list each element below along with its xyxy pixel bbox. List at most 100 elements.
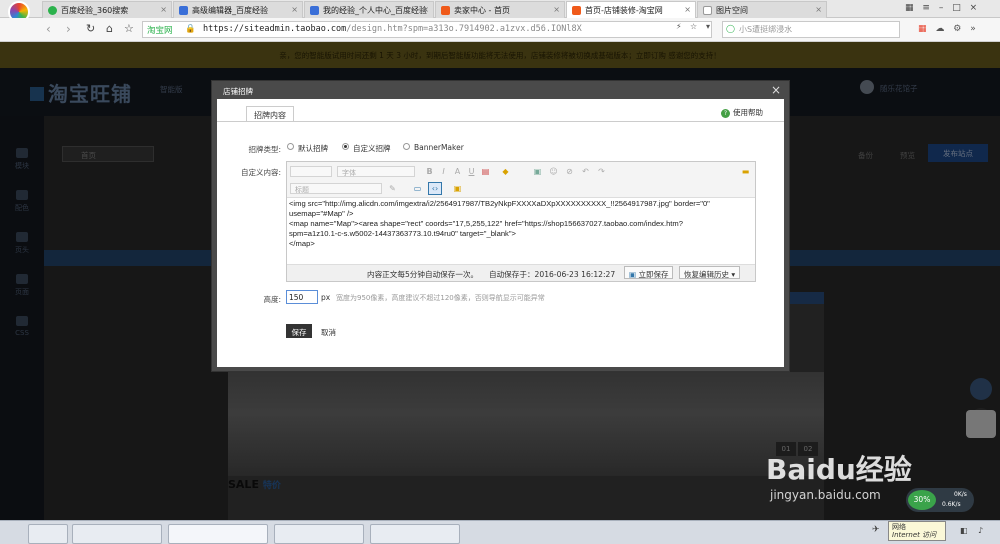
url-path: /design.htm?spm=a313o.7914902.a1zvx.d56.… <box>346 24 582 34</box>
favorite-star-icon[interactable]: ☆ <box>124 22 134 35</box>
help-link[interactable]: ? 使用帮助 <box>721 107 763 118</box>
code-line-5: </map> <box>289 239 315 248</box>
reload-icon[interactable]: ↻ <box>86 22 95 35</box>
tray-volume-icon[interactable]: ♪ <box>978 526 983 535</box>
fill-color-icon[interactable]: ◆ <box>501 167 510 176</box>
apps-icon[interactable]: ▦ <box>918 24 927 34</box>
cpu-percent: 30% <box>908 490 936 510</box>
height-label: 高度: <box>263 295 281 304</box>
image-icon[interactable]: ▣ <box>533 167 542 176</box>
undo-icon[interactable]: ↶ <box>581 167 590 176</box>
cancel-button[interactable]: 取消 <box>321 327 336 338</box>
menu-icon[interactable]: ≡ <box>922 3 930 13</box>
close-tab-icon[interactable]: × <box>815 5 822 14</box>
font-color-icon[interactable]: ▤ <box>481 167 490 176</box>
tray-speaker-icon[interactable]: ◧ <box>960 526 968 535</box>
close-tab-icon[interactable]: × <box>422 5 429 14</box>
network-speed-widget[interactable]: 30% 0K/s 0.6K/s <box>906 488 974 512</box>
fullscreen-icon[interactable]: ▭ <box>413 184 422 193</box>
source-code-icon[interactable]: ‹› <box>428 182 442 195</box>
close-tab-icon[interactable]: × <box>160 5 167 14</box>
address-bar[interactable]: 淘宝网 🔒 https://siteadmin.taobao.com/desig… <box>142 21 712 38</box>
editor-toolbar: 字体 B I A U ▤ ◆ ▣ ☺ ⊘ ↶ ↷ ▬ 标题 ✎ ▭ ‹› ▣ <box>287 162 755 198</box>
maximize-icon[interactable]: □ <box>952 3 961 13</box>
download-speed: 0.6K/s <box>942 501 961 508</box>
close-tab-icon[interactable]: × <box>291 5 298 14</box>
tab-favicon-icon <box>441 6 450 15</box>
extensions-icon[interactable]: ⚙ <box>953 24 961 34</box>
skin-icon[interactable]: ▦ <box>905 3 914 13</box>
close-window-icon[interactable]: × <box>970 3 978 13</box>
secure-lock-icon: 🔒 <box>185 24 196 34</box>
close-tab-icon[interactable]: × <box>684 5 691 14</box>
heading-select[interactable]: 标题 <box>290 183 382 194</box>
window-controls: ▦ ≡ – □ × <box>905 3 997 15</box>
tray-pin-icon[interactable]: ✈ <box>872 525 880 535</box>
bookmark-star-icon[interactable]: ☆ <box>690 22 697 31</box>
toolbar-icons: ▦ ☁ ⚙ » <box>918 24 998 36</box>
radio-custom-label: 自定义招牌 <box>353 144 391 153</box>
taskbar-item-3[interactable] <box>168 524 268 544</box>
browser-tab-2[interactable]: 高级编辑器_百度经验 × <box>173 1 303 18</box>
search-icon: ◯ <box>726 24 735 33</box>
taskbar-item-2[interactable] <box>72 524 162 544</box>
format-painter-icon[interactable]: ✎ <box>388 184 397 193</box>
custom-content-label: 自定义内容: <box>240 168 281 177</box>
search-input[interactable]: ◯ 小S遭挺绑浸水 <box>722 21 900 38</box>
radio-default-label: 默认招牌 <box>298 144 328 153</box>
speed-mode-icon[interactable]: ⚡ <box>676 22 682 31</box>
url-host: https://siteadmin.taobao.com <box>203 24 347 34</box>
taskbar-item-5[interactable] <box>370 524 460 544</box>
browser-tab-4[interactable]: 卖家中心 - 首页 × <box>435 1 565 18</box>
style-select[interactable] <box>290 166 332 177</box>
save-button[interactable]: 保存 <box>286 324 312 338</box>
browser-tab-6[interactable]: 图片空间 × <box>697 1 827 18</box>
bold-icon[interactable]: B <box>425 167 434 176</box>
editor-status-bar: 内容正文每5分钟自动保存一次。 自动保存于：2016-06-23 16:12:2… <box>287 264 755 281</box>
radio-custom-sign[interactable] <box>342 143 349 150</box>
more-icon[interactable]: » <box>970 24 976 34</box>
cloud-icon[interactable]: ☁ <box>935 24 944 34</box>
minimize-icon[interactable]: – <box>939 3 944 13</box>
baidu-brand: Baidu经验 <box>766 453 912 486</box>
tab-favicon-icon <box>572 6 581 15</box>
dropdown-chevron-icon[interactable]: ▾ <box>706 22 710 31</box>
radio-bannermaker[interactable] <box>403 143 410 150</box>
windows-taskbar: ✈ 网络 Internet 访问 ◧ ♪ <box>0 520 1000 544</box>
italic-icon[interactable]: I <box>439 167 448 176</box>
browser-tab-bar: 百度经验_360搜索 × 高级编辑器_百度经验 × 我的经验_个人中心_百度经验 × … <box>0 0 1000 23</box>
redo-icon[interactable]: ↷ <box>597 167 606 176</box>
help-icon: ? <box>721 109 730 118</box>
restore-history-button[interactable]: 恢复编辑历史 ▾ <box>679 266 741 279</box>
strikethrough-icon[interactable]: A <box>453 167 462 176</box>
font-select[interactable]: 字体 <box>337 166 415 177</box>
save-now-button[interactable]: ▣ 立即保存 <box>624 266 674 279</box>
tab-favicon-icon <box>48 6 57 15</box>
taskbar-item-4[interactable] <box>274 524 364 544</box>
tab-sign-content[interactable]: 招牌内容 <box>246 106 294 122</box>
browser-tab-3[interactable]: 我的经验_个人中心_百度经验 × <box>304 1 434 18</box>
height-unit: px <box>321 293 331 302</box>
underline-icon[interactable]: U <box>467 167 476 176</box>
insert-media-icon[interactable]: ▣ <box>453 184 462 193</box>
browser-tab-1[interactable]: 百度经验_360搜索 × <box>42 1 172 18</box>
feedback-side-button[interactable] <box>966 410 996 438</box>
link-icon[interactable]: ⊘ <box>565 167 574 176</box>
tab-favicon-icon <box>179 6 188 15</box>
forward-icon[interactable]: › <box>66 22 71 36</box>
close-tab-icon[interactable]: × <box>553 5 560 14</box>
autosave-note: 内容正文每5分钟自动保存一次。 <box>367 270 479 279</box>
emoticon-icon[interactable]: ☺ <box>549 167 558 176</box>
network-tooltip: 网络 Internet 访问 <box>888 521 946 541</box>
taskbar-item-1[interactable] <box>28 524 68 544</box>
height-input[interactable]: 150 <box>286 290 318 304</box>
home-icon[interactable]: ⌂ <box>106 22 113 35</box>
dialog-title: 店铺招牌 <box>223 87 253 96</box>
height-hint: 宽度为950像素，高度建议不超过120像素，否则导航显示可能异常 <box>336 294 545 302</box>
radio-default-sign[interactable] <box>287 143 294 150</box>
close-dialog-icon[interactable]: × <box>771 83 781 97</box>
table-icon[interactable]: ▬ <box>741 167 750 176</box>
back-icon[interactable]: ‹ <box>46 22 51 36</box>
browser-tab-5[interactable]: 首页-店铺装修-淘宝网 × <box>566 1 696 18</box>
html-source-area[interactable]: <img src="http://img.alicdn.com/imgextra… <box>289 199 751 262</box>
